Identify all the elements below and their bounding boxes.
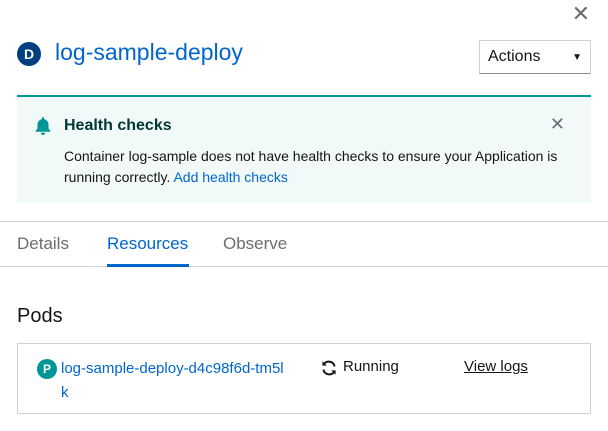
close-panel-icon[interactable]: ✕ xyxy=(572,3,590,25)
alert-close-icon[interactable]: ✕ xyxy=(550,114,565,135)
actions-dropdown[interactable]: Actions ▼ xyxy=(479,40,591,74)
pod-badge: P xyxy=(37,359,57,379)
sync-icon xyxy=(322,360,336,376)
alert-message: Container log-sample does not have healt… xyxy=(64,148,558,185)
active-tab-indicator xyxy=(107,264,189,267)
pod-list-item: P log-sample-deploy-d4c98f6d-tm5lk Runni… xyxy=(17,343,591,414)
deployment-badge: D xyxy=(17,42,41,66)
panel-header: D log-sample-deploy Actions ▼ xyxy=(17,38,591,76)
tab-resources[interactable]: Resources xyxy=(107,234,188,254)
health-checks-alert: Health checks ✕ Container log-sample doe… xyxy=(17,95,591,203)
caret-down-icon: ▼ xyxy=(572,51,582,63)
tab-bar: Details Resources Observe xyxy=(0,222,608,267)
add-health-checks-link[interactable]: Add health checks xyxy=(173,169,287,185)
alert-title: Health checks xyxy=(64,117,172,134)
alert-body: Container log-sample does not have healt… xyxy=(64,146,574,188)
resource-title: log-sample-deploy xyxy=(55,39,243,65)
pod-status: Running xyxy=(343,358,399,375)
bell-icon xyxy=(35,117,51,135)
pods-section-title: Pods xyxy=(17,305,63,327)
actions-label: Actions xyxy=(488,48,541,65)
pod-name-link[interactable]: log-sample-deploy-d4c98f6d-tm5lk xyxy=(61,357,291,405)
view-logs-link[interactable]: View logs xyxy=(464,358,528,375)
tab-observe[interactable]: Observe xyxy=(223,234,287,254)
tab-details[interactable]: Details xyxy=(17,234,69,254)
